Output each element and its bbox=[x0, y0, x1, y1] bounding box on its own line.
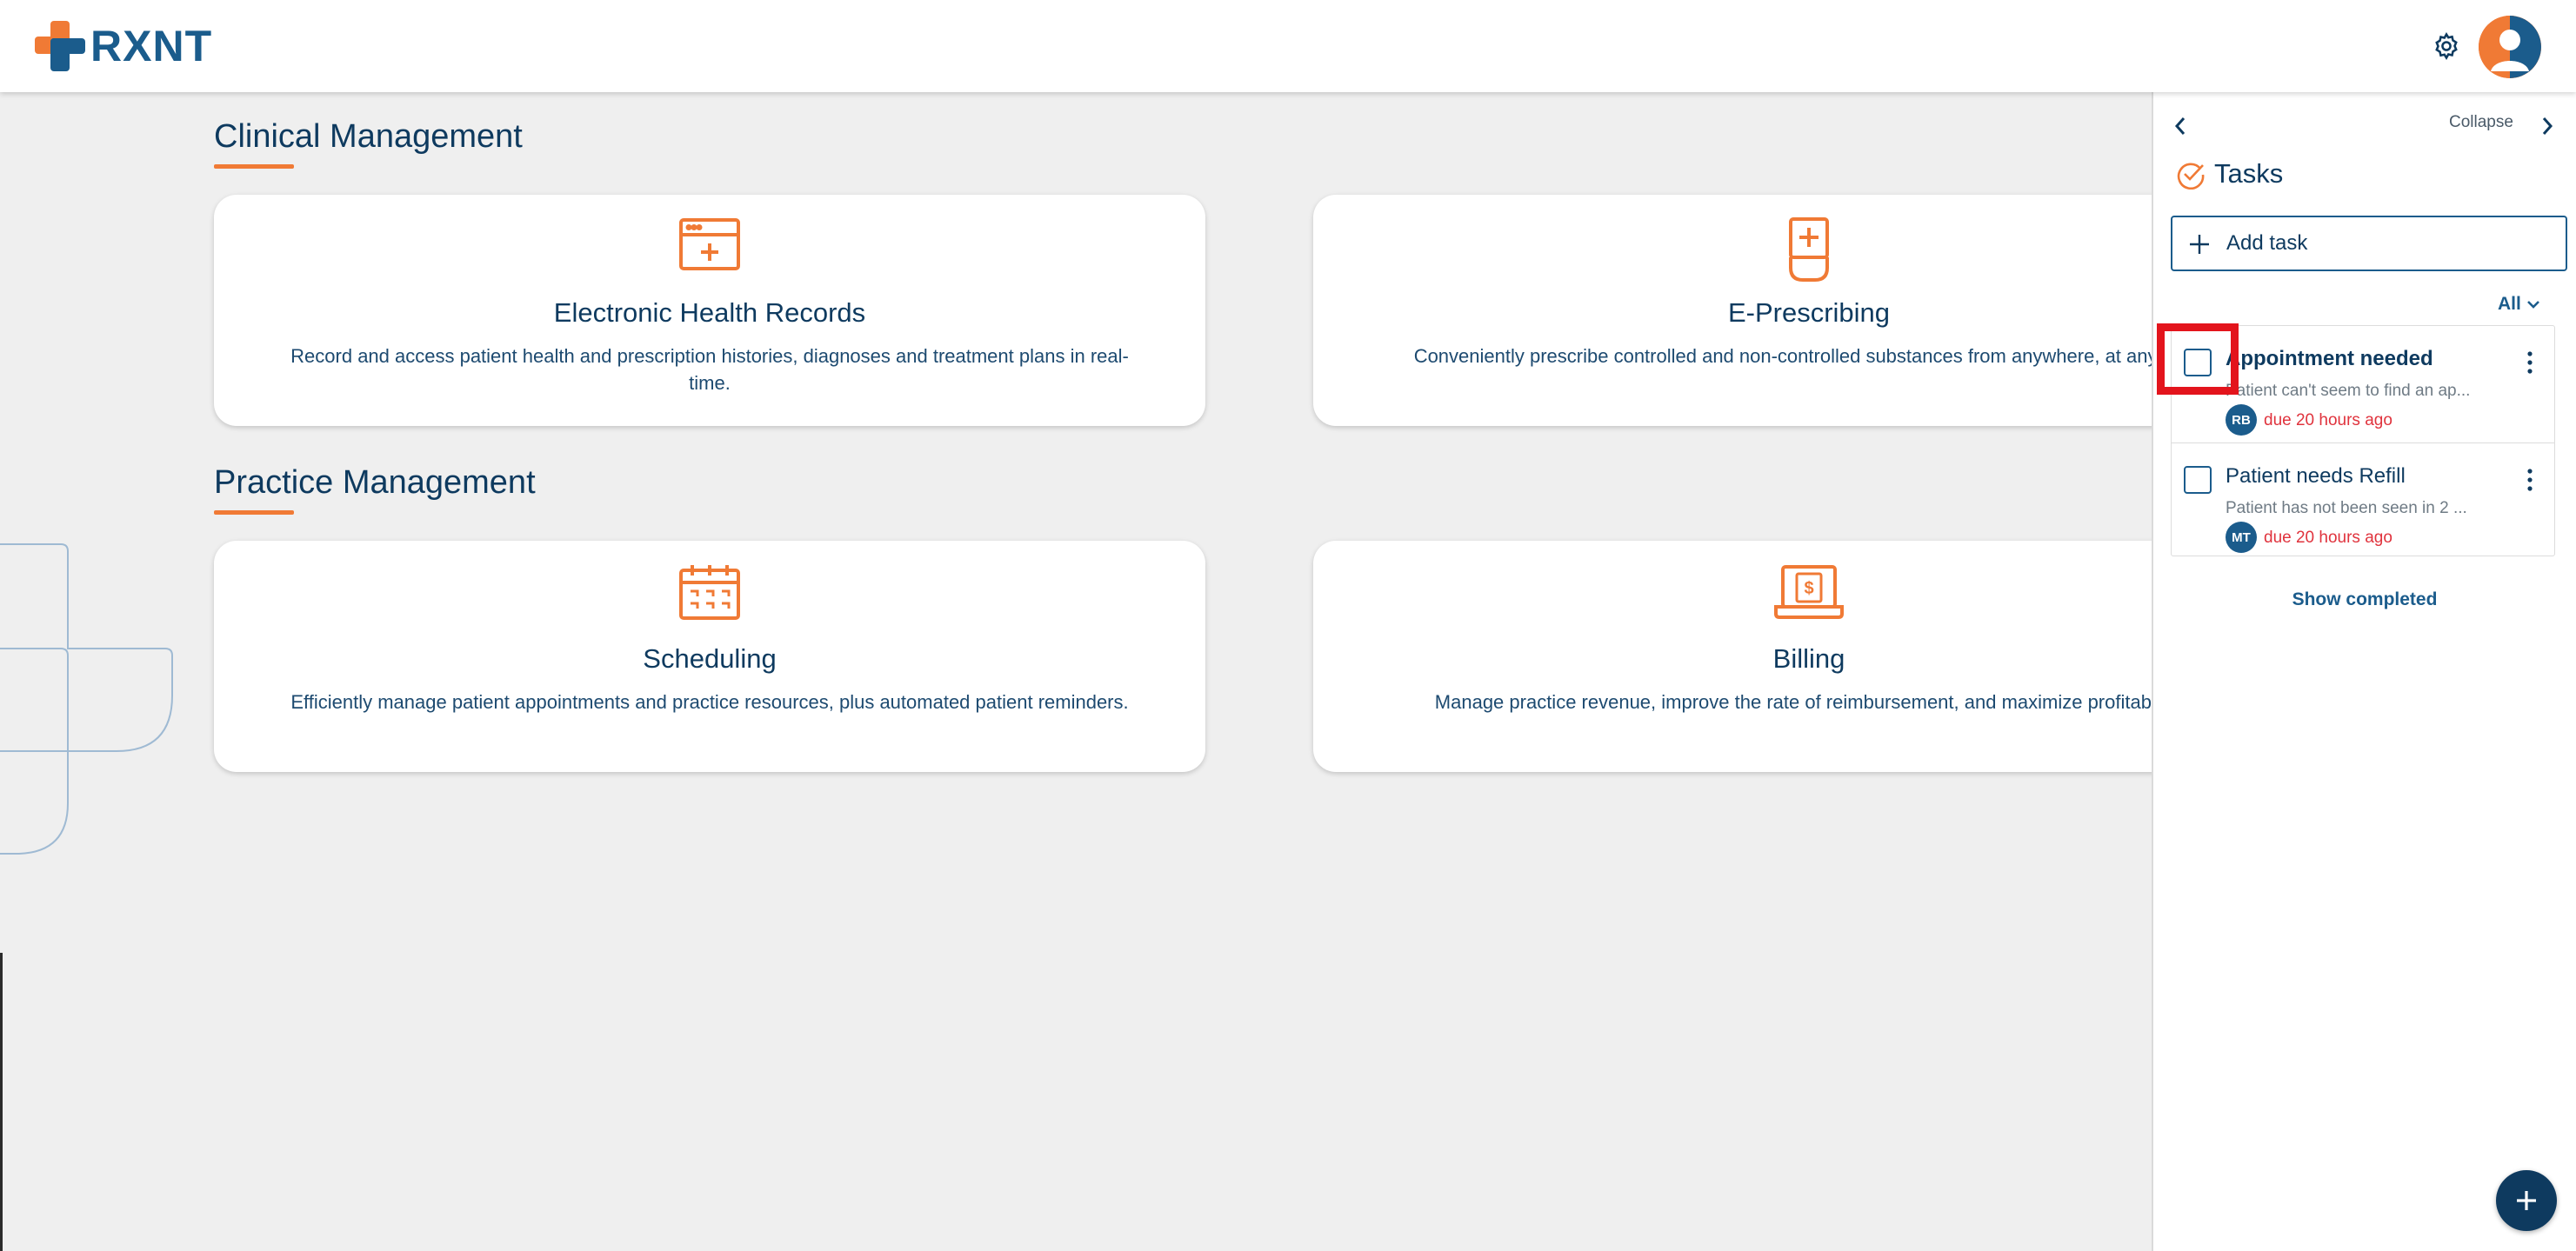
task-title: Patient needs Refill bbox=[2226, 464, 2406, 488]
prescription-bottle-icon bbox=[1787, 217, 1831, 288]
calendar-icon bbox=[678, 563, 741, 625]
task-filter-dropdown[interactable]: All bbox=[2498, 294, 2540, 315]
logo-text: RXNT bbox=[90, 22, 213, 70]
card-description: Manage practice revenue, improve the rat… bbox=[1434, 691, 2184, 713]
task-description: Patient can't seem to find an ap... bbox=[2226, 382, 2471, 400]
task-checkbox[interactable] bbox=[2184, 466, 2212, 494]
task-checkbox[interactable] bbox=[2184, 349, 2212, 376]
plus-icon bbox=[2188, 233, 2211, 260]
add-task-label: Add task bbox=[2226, 231, 2308, 255]
check-circle-icon bbox=[2176, 160, 2206, 194]
ehr-browser-icon bbox=[678, 217, 741, 276]
card-description: Record and access patient health and pre… bbox=[290, 345, 1129, 394]
section-underline bbox=[214, 510, 294, 515]
task-title: Appointment needed bbox=[2226, 347, 2433, 370]
chevron-right-icon[interactable] bbox=[2539, 115, 2555, 142]
task-item[interactable]: Appointment needed Patient can't seem to… bbox=[2172, 326, 2554, 443]
task-description: Patient has not been seen in 2 ... bbox=[2226, 499, 2467, 517]
app-header: RXNT bbox=[0, 0, 2576, 92]
task-item[interactable]: Patient needs Refill Patient has not bee… bbox=[2172, 443, 2554, 559]
show-completed-link[interactable]: Show completed bbox=[2153, 589, 2576, 610]
chevron-down-icon bbox=[2526, 294, 2540, 315]
rxnt-cross-icon bbox=[35, 21, 85, 71]
card-title: Electronic Health Records bbox=[553, 297, 866, 328]
section-underline bbox=[214, 164, 294, 169]
card-electronic-health-records[interactable]: Electronic Health Records Record and acc… bbox=[214, 195, 1205, 426]
add-task-button[interactable]: Add task bbox=[2171, 216, 2567, 271]
more-options-icon[interactable] bbox=[2519, 464, 2540, 496]
user-avatar[interactable] bbox=[2479, 16, 2541, 78]
tasks-title: Tasks bbox=[2214, 158, 2284, 189]
settings-gear-icon[interactable] bbox=[2426, 26, 2466, 66]
section-title-practice-management: Practice Management bbox=[214, 464, 536, 501]
card-title: Scheduling bbox=[643, 643, 777, 674]
rxnt-logo[interactable]: RXNT bbox=[35, 21, 212, 71]
task-due-date: due 20 hours ago bbox=[2264, 529, 2392, 547]
card-description: Conveniently prescribe controlled and no… bbox=[1413, 345, 2205, 367]
plus-icon bbox=[2517, 1191, 2536, 1210]
section-title-clinical-management: Clinical Management bbox=[214, 118, 523, 155]
filter-label: All bbox=[2498, 294, 2521, 314]
tasks-panel: Collapse Tasks Add task All Appointment … bbox=[2152, 92, 2576, 1251]
card-scheduling[interactable]: Scheduling Efficiently manage patient ap… bbox=[214, 541, 1205, 772]
collapse-button[interactable]: Collapse bbox=[2449, 113, 2513, 132]
laptop-dollar-icon: $ bbox=[1774, 563, 1844, 625]
card-description: Efficiently manage patient appointments … bbox=[290, 691, 1129, 713]
task-due-date: due 20 hours ago bbox=[2264, 411, 2392, 429]
assignee-avatar: RB bbox=[2226, 404, 2257, 436]
more-options-icon[interactable] bbox=[2519, 347, 2540, 378]
svg-text:$: $ bbox=[1804, 579, 1813, 598]
window-edge bbox=[0, 953, 3, 1251]
add-fab-button[interactable] bbox=[2496, 1170, 2557, 1231]
chevron-left-icon[interactable] bbox=[2172, 115, 2188, 142]
task-list: Appointment needed Patient can't seem to… bbox=[2171, 325, 2555, 556]
assignee-avatar: MT bbox=[2226, 522, 2257, 553]
decorative-cross-outline-icon bbox=[0, 543, 173, 855]
